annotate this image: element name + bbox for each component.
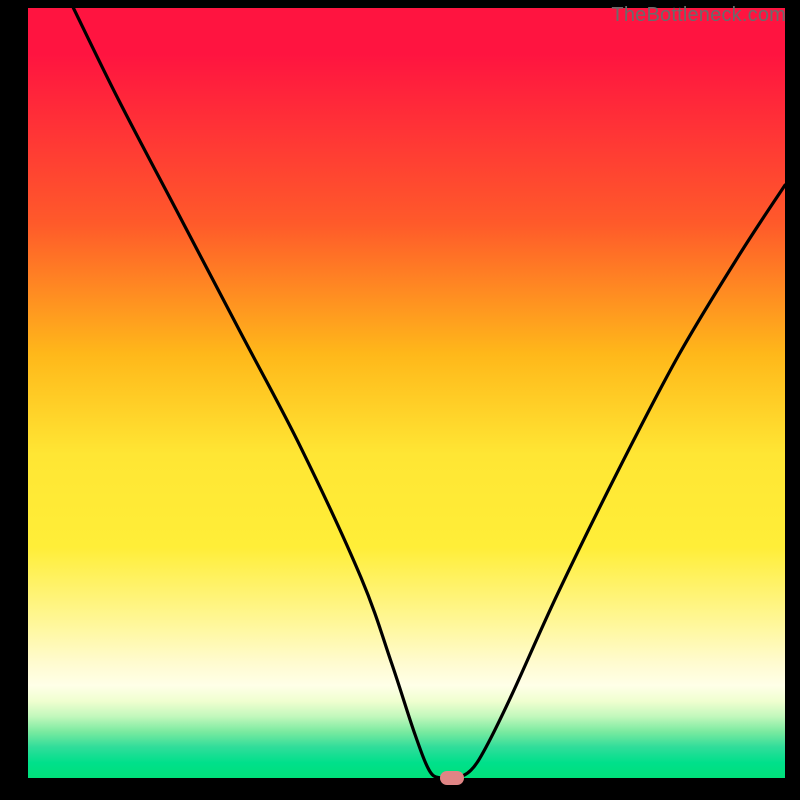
bottleneck-curve — [28, 8, 785, 778]
watermark-text: TheBottleneck.com — [611, 4, 786, 27]
plot-area — [28, 8, 785, 778]
chart-frame: TheBottleneck.com — [0, 0, 800, 800]
optimal-point-marker — [440, 771, 464, 785]
